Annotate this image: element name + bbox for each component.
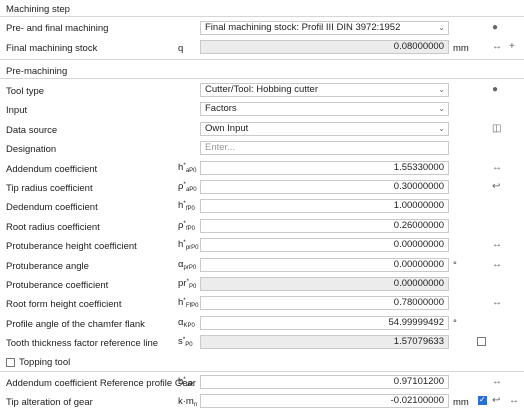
label-root-radius: Root radius coefficient xyxy=(6,222,100,233)
divider xyxy=(0,16,524,17)
pre-final-dropdown[interactable]: Final machining stock: Profil III DIN 39… xyxy=(200,21,449,35)
final-stock-field[interactable]: 0.08000000 xyxy=(200,40,449,54)
thickness-checkbox[interactable] xyxy=(477,337,486,346)
unit-mm: mm xyxy=(453,397,469,408)
label-tip-radius: Tip radius coefficient xyxy=(6,183,93,194)
label-data-source: Data source xyxy=(6,125,58,136)
link-icon[interactable]: ↔ xyxy=(492,297,502,309)
chevron-down-icon: ⌄ xyxy=(438,85,445,94)
lightbulb-icon[interactable]: ● xyxy=(492,22,498,34)
symbol-thickness: s*P0 xyxy=(178,336,193,348)
data-source-value: Own Input xyxy=(205,123,249,134)
database-icon[interactable]: ◫ xyxy=(492,123,501,135)
label-tip-alt: Tip alteration of gear xyxy=(6,397,93,408)
root-form-field[interactable]: 0.78000000 xyxy=(200,296,449,310)
divider xyxy=(0,371,524,372)
label-add-ref: Addendum coefficient Reference profile G… xyxy=(6,378,196,389)
divider xyxy=(0,78,524,79)
label-prot-angle: Protuberance angle xyxy=(6,261,89,272)
chevron-down-icon: ⌄ xyxy=(438,104,445,113)
plus-icon[interactable]: + xyxy=(509,41,515,53)
label-input: Input xyxy=(6,105,28,116)
lightbulb-icon[interactable]: ● xyxy=(492,84,498,96)
label-pre-final: Pre- and final machining xyxy=(6,23,109,34)
dedendum-field[interactable]: 1.00000000 xyxy=(200,199,449,213)
topping-tool-checkbox[interactable] xyxy=(6,358,15,367)
prot-height-field[interactable]: 0.00000000 xyxy=(200,238,449,252)
chevron-down-icon: ⌄ xyxy=(438,124,445,133)
label-thickness: Tooth thickness factor reference line xyxy=(6,338,159,349)
tip-radius-field[interactable]: 0.30000000 xyxy=(200,180,449,194)
symbol-prot-coeff: pr*P0 xyxy=(178,278,197,290)
unit-degree: ° xyxy=(453,318,457,329)
link-icon[interactable]: ↔ xyxy=(492,41,502,53)
label-designation: Designation xyxy=(6,144,57,155)
label-dedendum: Dedendum coefficient xyxy=(6,202,98,213)
label-prot-height: Protuberance height coefficient xyxy=(6,241,137,252)
section-title-pre-machining: Pre-machining xyxy=(6,66,68,77)
prot-coeff-field[interactable]: 0.00000000 xyxy=(200,277,449,291)
root-radius-field[interactable]: 0.26000000 xyxy=(200,219,449,233)
section-title-machining-step: Machining step xyxy=(6,4,70,15)
label-chamfer: Profile angle of the chamfer flank xyxy=(6,319,145,330)
symbol-tip-radius: ρ*aP0 xyxy=(178,181,197,193)
prot-angle-field[interactable]: 0.00000000 xyxy=(200,258,449,272)
link-icon[interactable]: ↔ xyxy=(492,162,502,174)
unit-degree: ° xyxy=(453,260,457,271)
add-ref-field[interactable]: 0.97101200 xyxy=(200,375,449,389)
link-icon[interactable]: ↔ xyxy=(509,395,519,407)
label-tool-type: Tool type xyxy=(6,86,45,97)
link-icon[interactable]: ↔ xyxy=(492,376,502,388)
link-icon[interactable]: ↔ xyxy=(492,259,502,271)
input-dropdown[interactable]: Factors ⌄ xyxy=(200,102,449,116)
addendum-field[interactable]: 1.55330000 xyxy=(200,161,449,175)
symbol-dedendum: h*fP0 xyxy=(178,200,195,212)
tool-type-value: Cutter/Tool: Hobbing cutter xyxy=(205,84,319,95)
label-root-form: Root form height coefficient xyxy=(6,299,122,310)
chevron-down-icon: ⌄ xyxy=(438,23,445,32)
link-icon[interactable]: ↔ xyxy=(492,239,502,251)
symbol-prot-height: h*prP0 xyxy=(178,239,199,251)
undo-arrow-icon[interactable]: ↩ xyxy=(492,181,500,193)
symbol-chamfer: αKP0 xyxy=(178,317,195,329)
thickness-field[interactable]: 1.57079633 xyxy=(200,335,449,349)
pre-final-value: Final machining stock: Profil III DIN 39… xyxy=(205,22,401,33)
tool-type-dropdown[interactable]: Cutter/Tool: Hobbing cutter ⌄ xyxy=(200,83,449,97)
symbol-tip-alt: k·mn xyxy=(178,396,198,408)
symbol-q: q xyxy=(178,43,184,54)
label-topping-tool: Topping tool xyxy=(19,357,71,368)
tip-alt-checkbox[interactable] xyxy=(478,395,487,405)
designation-input[interactable]: Enter... xyxy=(200,141,449,155)
label-final-stock: Final machining stock xyxy=(6,43,98,54)
symbol-root-radius: ρ*fP0 xyxy=(178,220,195,232)
unit-mm: mm xyxy=(453,43,469,54)
label-addendum: Addendum coefficient xyxy=(6,164,98,175)
label-prot-coeff: Protuberance coefficient xyxy=(6,280,109,291)
symbol-addendum: h*aP0 xyxy=(178,162,197,174)
symbol-root-form: h*FfP0 xyxy=(178,297,199,309)
undo-arrow-icon[interactable]: ↩ xyxy=(492,395,500,407)
divider xyxy=(0,59,524,60)
tip-alt-field[interactable]: -0.02100000 xyxy=(200,394,449,408)
data-source-dropdown[interactable]: Own Input ⌄ xyxy=(200,122,449,136)
chamfer-field[interactable]: 54.99999492 xyxy=(200,316,449,330)
input-value: Factors xyxy=(205,103,237,114)
symbol-prot-angle: αprP0 xyxy=(178,259,197,271)
symbol-add-ref: h*aP xyxy=(178,376,194,388)
